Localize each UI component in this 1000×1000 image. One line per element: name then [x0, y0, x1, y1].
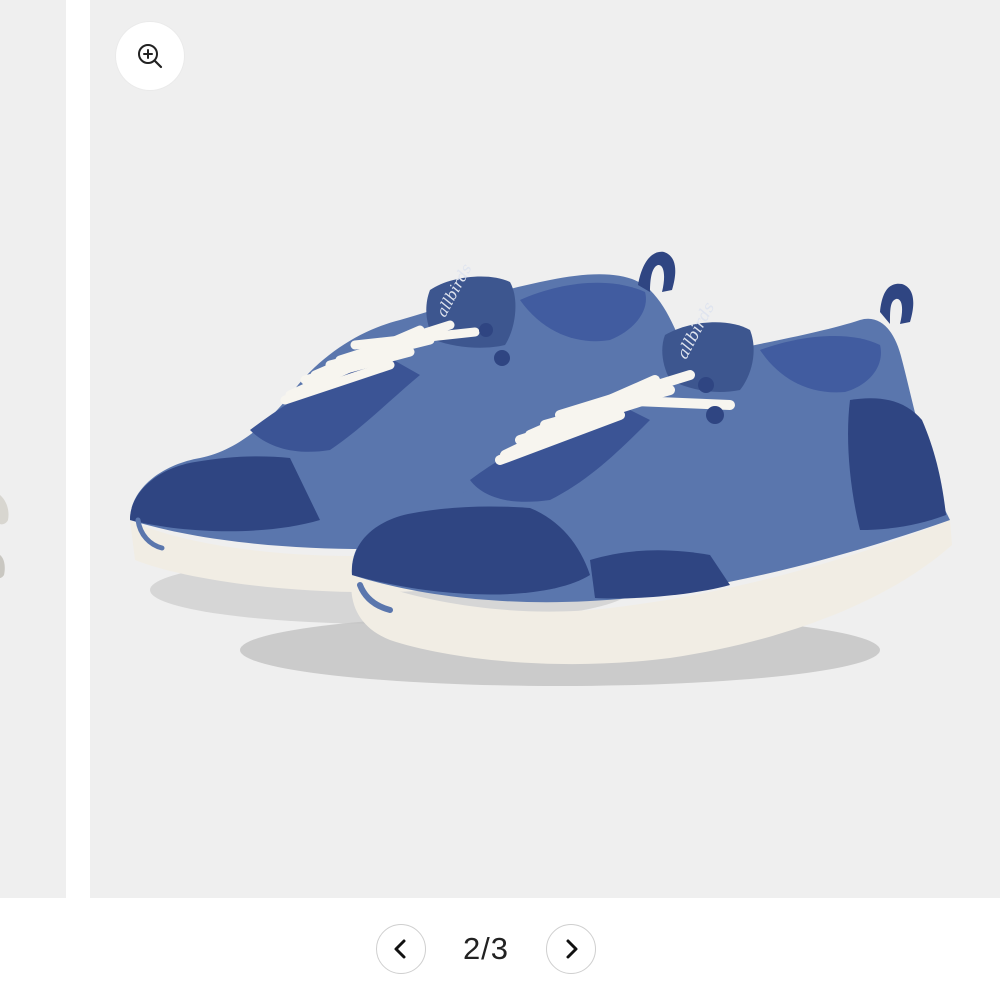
next-button[interactable]: [546, 924, 596, 974]
current-slide[interactable]: allbirds allbirds: [90, 0, 1000, 898]
product-gallery: allbirds allbirds 2/3: [0, 0, 1000, 1000]
pagination-controls: 2/3: [376, 919, 616, 979]
zoom-button[interactable]: [116, 22, 184, 90]
previous-button[interactable]: [376, 924, 426, 974]
zoom-in-icon: [138, 44, 163, 69]
carousel-pagination: 2/3: [0, 898, 1000, 1000]
page-indicator: 2/3: [462, 931, 510, 966]
chevron-right-icon: [566, 939, 578, 959]
previous-slide-image: [0, 495, 9, 578]
product-image-sneakers: allbirds allbirds: [130, 251, 952, 686]
chevron-left-icon: [394, 939, 406, 959]
previous-slide[interactable]: [0, 0, 66, 898]
